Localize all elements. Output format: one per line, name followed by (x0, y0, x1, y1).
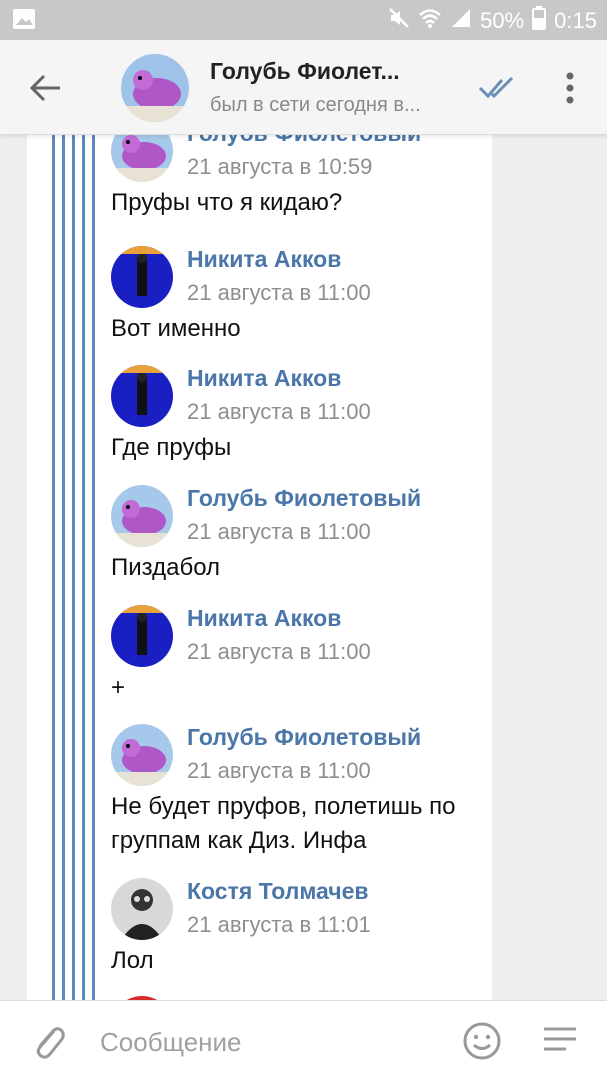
message-input[interactable] (98, 1021, 442, 1063)
avatar[interactable] (111, 365, 173, 427)
attach-icon[interactable] (28, 1021, 68, 1061)
message-author[interactable]: Костя Толмачев (187, 878, 369, 905)
avatar[interactable] (111, 134, 173, 182)
message-author[interactable]: Никита Акков (187, 365, 341, 392)
message-text: Где пруфы (111, 434, 232, 461)
battery-percent: 50% (480, 8, 525, 33)
message-author[interactable]: Никита Акков (187, 246, 341, 273)
message-text: Пиздабол (111, 554, 221, 581)
signal-icon (450, 7, 472, 35)
mute-icon (388, 7, 410, 35)
avatar[interactable] (111, 724, 173, 786)
message-time: 21 августа в 10:59 (187, 154, 373, 179)
message-text: Лол (111, 947, 154, 974)
message-time: 21 августа в 11:00 (187, 758, 371, 783)
back-arrow-icon[interactable] (26, 68, 66, 108)
avatar[interactable] (111, 878, 173, 940)
double-check-icon[interactable] (478, 74, 518, 102)
last-seen-status: был в сети сегодня в... (210, 94, 421, 116)
message-text: Пруфы что я кидаю? (111, 189, 343, 216)
message-author[interactable]: Голубь Фиолетовый (187, 485, 421, 512)
message-text: Не будет пруфов, полетишь по группам как… (111, 793, 456, 854)
message-time: 21 августа в 11:00 (187, 639, 371, 664)
battery-icon (532, 6, 547, 36)
avatar[interactable] (111, 246, 173, 308)
message-text: Вот именно (111, 315, 241, 342)
message-author[interactable]: Голубь Фиолетовый (187, 724, 421, 751)
clock: 0:15 (554, 8, 597, 33)
chat-header: Голубь Фиолет... был в сети сегодня в... (0, 40, 607, 135)
message-time: 21 августа в 11:00 (187, 399, 371, 424)
avatar[interactable] (111, 605, 173, 667)
message-text: + (111, 674, 126, 701)
message-time: 21 августа в 11:00 (187, 519, 371, 544)
chat-title[interactable]: Голубь Фиолет... (210, 58, 400, 85)
status-bar: 50% 0:15 (0, 0, 607, 40)
emoji-icon[interactable] (462, 1021, 502, 1061)
image-icon (12, 8, 36, 36)
wifi-icon (418, 7, 442, 35)
forwarded-thread-lines (52, 134, 96, 1000)
avatar[interactable] (121, 54, 189, 122)
message-time: 21 августа в 11:01 (187, 912, 371, 937)
message-author[interactable]: Никита Акков (187, 605, 341, 632)
message-time: 21 августа в 11:00 (187, 280, 371, 305)
message-composer (0, 1000, 607, 1081)
message-author[interactable]: Голубь Фиолетовый (187, 134, 421, 147)
message-list[interactable]: Голубь Фиолетовый 21 августа в 10:59 Пру… (27, 134, 492, 1000)
more-vertical-icon[interactable] (560, 70, 580, 106)
avatar[interactable] (111, 485, 173, 547)
menu-lines-icon[interactable] (542, 1025, 578, 1057)
